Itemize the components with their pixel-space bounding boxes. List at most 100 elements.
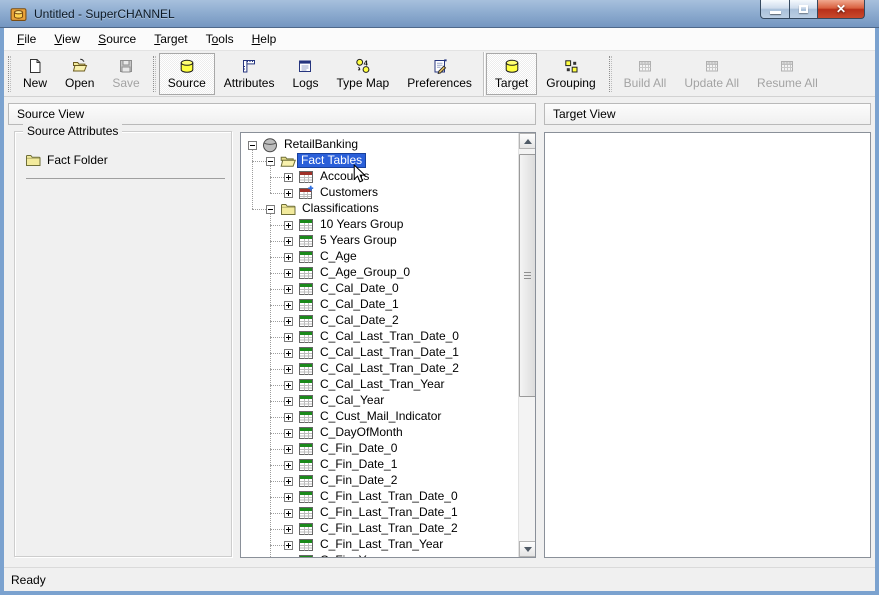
collapse-minus-icon[interactable] xyxy=(266,157,275,166)
expand-plus-icon[interactable] xyxy=(284,333,293,342)
expand-plus-icon[interactable] xyxy=(284,477,293,486)
menu-item-file[interactable]: File xyxy=(8,29,45,49)
tree-item-label[interactable]: C_Fin_Last_Tran_Date_2 xyxy=(317,521,461,536)
scrollbar-down-button[interactable] xyxy=(519,541,536,557)
expand-plus-icon[interactable] xyxy=(284,189,293,198)
expand-plus-icon[interactable] xyxy=(284,317,293,326)
tree-item-classifications[interactable]: Classifications xyxy=(241,201,518,217)
expand-plus-icon[interactable] xyxy=(284,221,293,230)
expand-plus-icon[interactable] xyxy=(284,349,293,358)
tree-item-c-fin-last-tran-date-2[interactable]: C_Fin_Last_Tran_Date_2 xyxy=(241,521,518,537)
expand-plus-icon[interactable] xyxy=(284,173,293,182)
tree-item-label[interactable]: C_Fin_Last_Tran_Date_1 xyxy=(317,505,461,520)
expand-plus-icon[interactable] xyxy=(284,413,293,422)
tree-item-c-cal-last-tran-date-1[interactable]: C_Cal_Last_Tran_Date_1 xyxy=(241,345,518,361)
tree-item-label[interactable]: Classifications xyxy=(299,201,382,216)
tree-item-c-fin-date-1[interactable]: C_Fin_Date_1 xyxy=(241,457,518,473)
menu-item-view[interactable]: View xyxy=(45,29,89,49)
tree-item-label[interactable]: C_Cal_Date_0 xyxy=(317,281,402,296)
tree-item-c-fin-last-tran-date-1[interactable]: C_Fin_Last_Tran_Date_1 xyxy=(241,505,518,521)
tree-item-label[interactable]: C_Cal_Date_2 xyxy=(317,313,402,328)
target-button[interactable]: Target xyxy=(486,53,537,95)
tree-item-label[interactable]: C_DayOfMonth xyxy=(317,425,406,440)
expand-plus-icon[interactable] xyxy=(284,541,293,550)
tree-item-label[interactable]: C_Cal_Year xyxy=(317,393,387,408)
tree-item-10-years-group[interactable]: 10 Years Group xyxy=(241,217,518,233)
tree-item-label[interactable]: C_Fin_Date_1 xyxy=(317,457,400,472)
tree-item-label[interactable]: C_Cal_Last_Tran_Date_1 xyxy=(317,345,462,360)
tree-item-label[interactable]: C_Cal_Last_Tran_Date_2 xyxy=(317,361,462,376)
attributes-button[interactable]: Attributes xyxy=(215,53,284,95)
tree-item-label[interactable]: 10 Years Group xyxy=(317,217,406,232)
expand-plus-icon[interactable] xyxy=(284,381,293,390)
tree-item-5-years-group[interactable]: 5 Years Group xyxy=(241,233,518,249)
tree-item-customers[interactable]: Customers xyxy=(241,185,518,201)
tree-item-label[interactable]: C_Age xyxy=(317,249,360,264)
expand-plus-icon[interactable] xyxy=(284,397,293,406)
source-button[interactable]: Source xyxy=(159,53,215,95)
grouping-button[interactable]: Grouping xyxy=(537,53,604,95)
expand-plus-icon[interactable] xyxy=(284,365,293,374)
tree-item-label[interactable]: C_Fin_Last_Tran_Year xyxy=(317,537,446,552)
source-attribute-item[interactable]: Fact Folder xyxy=(25,151,108,168)
expand-plus-icon[interactable] xyxy=(284,493,293,502)
tree-item-label[interactable]: RetailBanking xyxy=(281,137,361,152)
expand-plus-icon[interactable] xyxy=(284,237,293,246)
expand-plus-icon[interactable] xyxy=(284,509,293,518)
tree-item-c-fin-year[interactable]: C_Fin_Year xyxy=(241,553,518,557)
tree-item-label[interactable]: C_Fin_Last_Tran_Date_0 xyxy=(317,489,461,504)
maximize-button[interactable] xyxy=(790,0,818,19)
expand-plus-icon[interactable] xyxy=(284,285,293,294)
tree-item-label[interactable]: C_Cal_Date_1 xyxy=(317,297,402,312)
new-button[interactable]: New xyxy=(14,53,56,95)
tree-item-c-fin-date-0[interactable]: C_Fin_Date_0 xyxy=(241,441,518,457)
menu-item-tools[interactable]: Tools xyxy=(197,29,243,49)
type-map-button[interactable]: 4Type Map xyxy=(328,53,399,95)
tree-scrollbar[interactable] xyxy=(518,133,535,557)
expand-plus-icon[interactable] xyxy=(284,301,293,310)
menu-item-target[interactable]: Target xyxy=(145,29,196,49)
tree-item-label[interactable]: C_Cal_Last_Tran_Year xyxy=(317,377,448,392)
expand-plus-icon[interactable] xyxy=(284,269,293,278)
tree-item-accounts[interactable]: Accounts xyxy=(241,169,518,185)
tree-item-label[interactable]: Customers xyxy=(317,185,381,200)
tree-item-c-fin-date-2[interactable]: C_Fin_Date_2 xyxy=(241,473,518,489)
tree-item-label[interactable]: C_Age_Group_0 xyxy=(317,265,413,280)
tree-item-c-cal-last-tran-date-0[interactable]: C_Cal_Last_Tran_Date_0 xyxy=(241,329,518,345)
tree-item-c-age[interactable]: C_Age xyxy=(241,249,518,265)
preferences-button[interactable]: Preferences xyxy=(398,53,481,95)
tree-item-c-age-group-0[interactable]: C_Age_Group_0 xyxy=(241,265,518,281)
close-button[interactable]: ✕ xyxy=(818,0,865,19)
tree-item-label[interactable]: C_Fin_Date_2 xyxy=(317,473,400,488)
tree-item-c-fin-last-tran-year[interactable]: C_Fin_Last_Tran_Year xyxy=(241,537,518,553)
tree-item-fact-tables[interactable]: Fact Tables xyxy=(241,153,518,169)
minimize-button[interactable] xyxy=(760,0,790,19)
tree-item-c-fin-last-tran-date-0[interactable]: C_Fin_Last_Tran_Date_0 xyxy=(241,489,518,505)
tree-item-c-cal-date-1[interactable]: C_Cal_Date_1 xyxy=(241,297,518,313)
logs-button[interactable]: Logs xyxy=(283,53,327,95)
expand-plus-icon[interactable] xyxy=(284,429,293,438)
tree-item-label[interactable]: C_Fin_Year xyxy=(317,553,386,557)
menu-item-source[interactable]: Source xyxy=(89,29,145,49)
tree-item-c-cal-date-0[interactable]: C_Cal_Date_0 xyxy=(241,281,518,297)
tree-item-c-cal-year[interactable]: C_Cal_Year xyxy=(241,393,518,409)
scrollbar-thumb[interactable] xyxy=(519,154,536,397)
tree-item-label[interactable]: C_Cal_Last_Tran_Date_0 xyxy=(317,329,462,344)
tree-item-c-dayofmonth[interactable]: C_DayOfMonth xyxy=(241,425,518,441)
collapse-minus-icon[interactable] xyxy=(266,205,275,214)
tree-item-retailbanking[interactable]: RetailBanking xyxy=(241,137,518,153)
tree-item-c-cal-last-tran-date-2[interactable]: C_Cal_Last_Tran_Date_2 xyxy=(241,361,518,377)
tree-item-label[interactable]: C_Cust_Mail_Indicator xyxy=(317,409,444,424)
expand-plus-icon[interactable] xyxy=(284,461,293,470)
collapse-minus-icon[interactable] xyxy=(248,141,257,150)
expand-plus-icon[interactable] xyxy=(284,253,293,262)
tree-item-c-cal-last-tran-year[interactable]: C_Cal_Last_Tran_Year xyxy=(241,377,518,393)
tree-item-label[interactable]: C_Fin_Date_0 xyxy=(317,441,400,456)
expand-plus-icon[interactable] xyxy=(284,445,293,454)
open-button[interactable]: Open xyxy=(56,53,103,95)
tree-item-c-cal-date-2[interactable]: C_Cal_Date_2 xyxy=(241,313,518,329)
menu-item-help[interactable]: Help xyxy=(243,29,286,49)
scrollbar-up-button[interactable] xyxy=(519,133,536,149)
expand-plus-icon[interactable] xyxy=(284,525,293,534)
tree-item-label[interactable]: 5 Years Group xyxy=(317,233,400,248)
